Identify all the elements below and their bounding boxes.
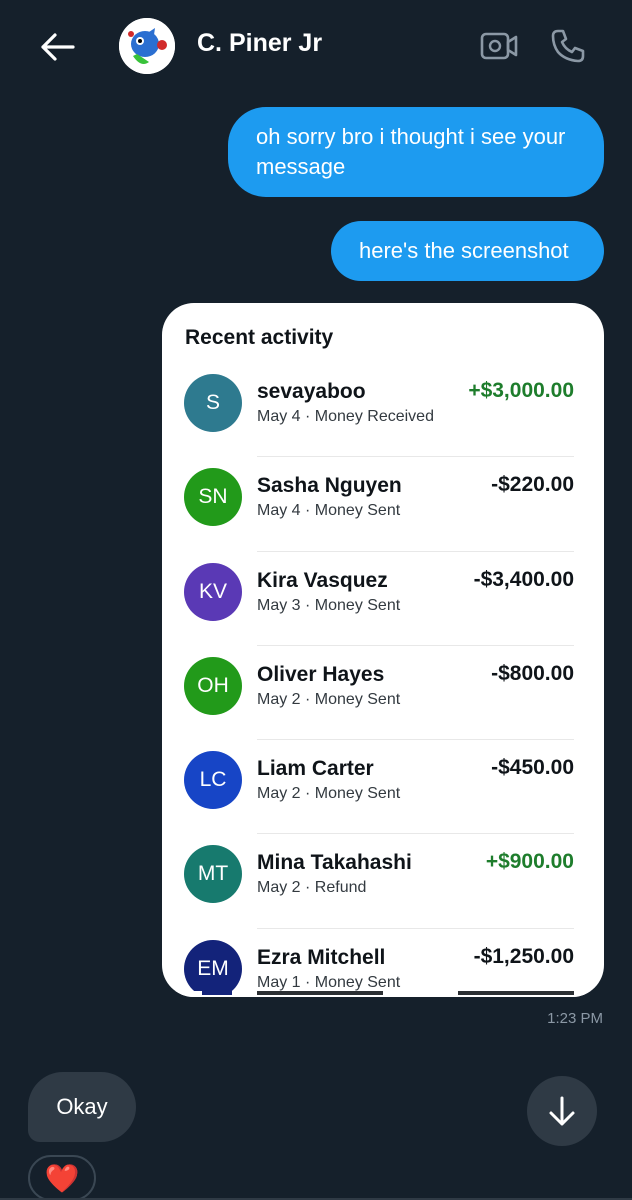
transaction-meta: May 2 · Refund: [257, 879, 367, 897]
outgoing-message[interactable]: here's the screenshot: [331, 221, 604, 281]
transaction-amount: -$450.00: [491, 756, 574, 780]
transaction-meta: May 1 · Money Sent: [257, 973, 401, 991]
payee-name: Sasha Nguyen: [257, 474, 402, 498]
avatar: S: [184, 374, 242, 432]
transaction-meta: May 3 · Money Sent: [257, 596, 401, 614]
payee-name: Oliver Hayes: [257, 662, 385, 686]
transaction-meta: May 2 · Money Sent: [257, 785, 401, 803]
avatar: KV: [184, 562, 242, 621]
contact-avatar[interactable]: [119, 18, 175, 74]
payee-name: Ezra Mitchell: [257, 945, 386, 969]
arrow-left-icon: [41, 33, 75, 61]
payee-name: Kira Vasquez: [257, 568, 388, 592]
heart-icon: ❤️: [44, 1162, 80, 1194]
transaction-amount: -$1,250.00: [473, 944, 574, 968]
avatar: MT: [184, 845, 242, 904]
back-button[interactable]: [36, 26, 78, 68]
contact-name[interactable]: C. Piner Jr: [197, 29, 322, 58]
transaction-amount: -$3,400.00: [473, 567, 574, 591]
voice-call-button[interactable]: [546, 24, 590, 68]
transaction-amount: +$3,000.00: [468, 379, 574, 402]
transaction-amount: -$220.00: [491, 473, 574, 497]
payee-name: Mina Takahashi: [257, 851, 412, 875]
avatar: LC: [184, 751, 242, 810]
phone-icon: [551, 29, 585, 63]
outgoing-message[interactable]: oh sorry bro i thought i see your messag…: [228, 107, 604, 197]
activity-row: EM Ezra Mitchell May 1 · Money Sent -$1,250…: [162, 929, 604, 997]
activity-row: SN Sasha Nguyen May 4 · Money Sent -$220.00: [162, 457, 604, 552]
activity-row: OH Oliver Hayes May 2 · Money Sent -$800.00: [162, 646, 604, 741]
payee-name: Liam Carter: [257, 757, 374, 781]
heart-reaction[interactable]: ❤️: [28, 1155, 96, 1200]
activity-row: KV Kira Vasquez May 3 · Money Sent -$3,400.…: [162, 552, 604, 646]
activity-row: Ssevayaboo May 4 · Money Received +$3,000.…: [162, 363, 604, 458]
avatar: SN: [184, 468, 242, 527]
transaction-amount: +$900.00: [485, 850, 574, 874]
transaction-meta: May 4 · Money Received: [257, 408, 434, 425]
avatar-image: [119, 18, 175, 74]
activity-title: Recent activity: [185, 326, 334, 349]
activity-row: MT Mina Takahashi May 2 · Refund +$900.00: [162, 834, 604, 929]
message-timestamp: 1:23 PM: [547, 1010, 603, 1027]
avatar: OH: [184, 656, 242, 715]
transaction-meta: May 2 · Money Sent: [257, 690, 401, 708]
activity-row: LC Liam Carter May 2 · Money Sent -$450.00: [162, 740, 604, 835]
payee-name: sevayaboo: [257, 380, 366, 403]
cut-off-row: [162, 991, 604, 997]
video-call-button[interactable]: [478, 26, 520, 66]
video-camera-icon: [480, 32, 518, 60]
arrow-down-icon: [549, 1096, 575, 1126]
transaction-amount: -$800.00: [491, 661, 574, 685]
screenshot-image-message[interactable]: Recent activity Ssevayaboo May 4 · Money …: [162, 303, 604, 997]
incoming-message[interactable]: Okay: [28, 1072, 136, 1142]
activity-list: Ssevayaboo May 4 · Money Received +$3,000.…: [162, 363, 604, 997]
transaction-meta: May 4 · Money Sent: [257, 502, 401, 520]
chat-header: C. Piner Jr: [0, 0, 632, 92]
avatar: EM: [184, 939, 242, 997]
scroll-to-bottom-button[interactable]: [527, 1076, 597, 1146]
